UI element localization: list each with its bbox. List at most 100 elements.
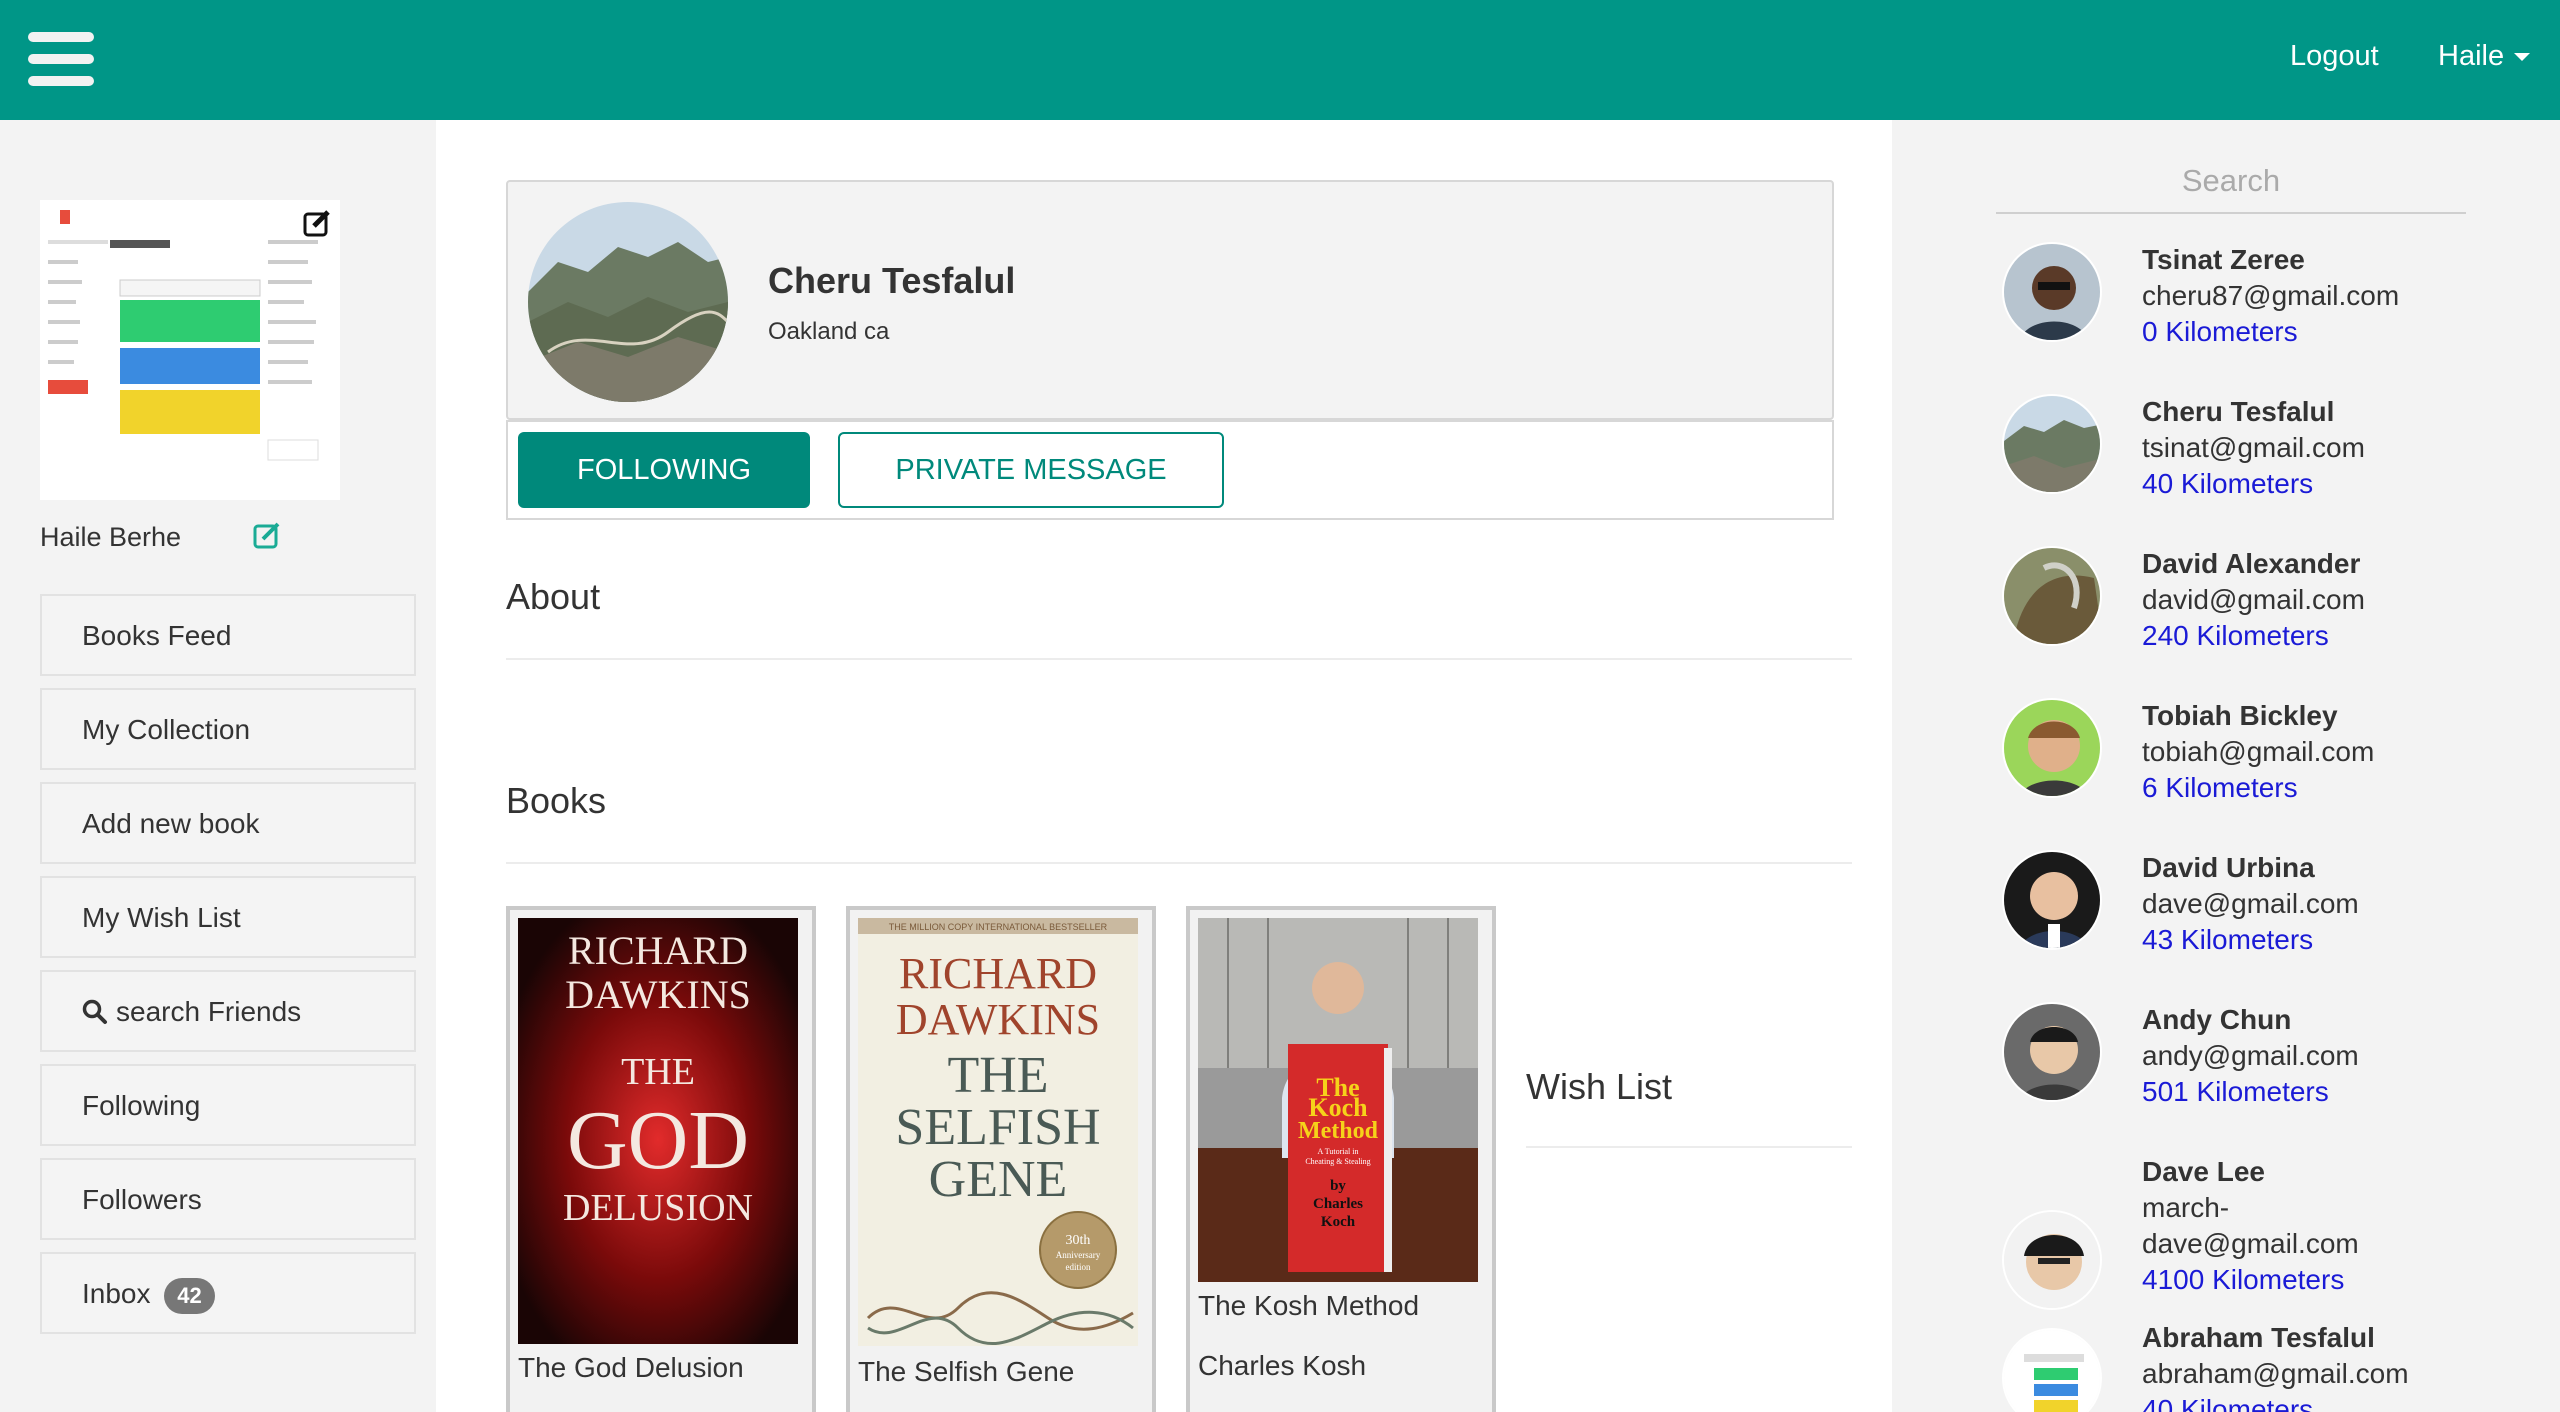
friend-item[interactable]: Dave Lee march-dave@gmail.com 4100 Kilom… bbox=[2002, 1154, 2482, 1310]
menu-item-followers[interactable]: Followers bbox=[40, 1158, 416, 1240]
friend-name: Tobiah Bickley bbox=[2142, 700, 2338, 731]
friend-email: tsinat@gmail.com bbox=[2142, 432, 2365, 463]
menu-item-label: Add new book bbox=[82, 808, 260, 839]
avatar bbox=[2002, 698, 2102, 798]
profile-card: Cheru Tesfalul Oakland ca bbox=[506, 180, 1834, 420]
book-cover-image: THE MILLION COPY INTERNATIONAL BESTSELLE… bbox=[858, 918, 1138, 1346]
friend-distance: 501 Kilometers bbox=[2142, 1076, 2329, 1107]
menu-item-my-collection[interactable]: My Collection bbox=[40, 688, 416, 770]
avatar bbox=[2002, 850, 2102, 950]
book-author: Charles Kosh bbox=[1198, 1350, 1367, 1381]
cover-text: A Tutorial in bbox=[1318, 1147, 1359, 1156]
cover-text: GENE bbox=[929, 1151, 1068, 1208]
menu-item-books-feed[interactable]: Books Feed bbox=[40, 594, 416, 676]
friend-email: andy@gmail.com bbox=[2142, 1040, 2359, 1071]
my-name: Haile Berhe bbox=[40, 522, 182, 552]
cover-text: by bbox=[1330, 1178, 1346, 1194]
menu-item-add-new-book[interactable]: Add new book bbox=[40, 782, 416, 864]
private-message-button[interactable]: PRIVATE MESSAGE bbox=[838, 432, 1224, 508]
divider bbox=[506, 658, 1852, 660]
cover-text: edition bbox=[1066, 1262, 1091, 1272]
left-sidebar: Haile Berhe Books Feed My Collection Add… bbox=[0, 120, 436, 1412]
caret-down-icon bbox=[2514, 53, 2531, 62]
friend-email: march-dave@gmail.com bbox=[2142, 1192, 2359, 1259]
menu-item-label: Inbox bbox=[82, 1278, 151, 1309]
cover-text: SELFISH bbox=[895, 1099, 1100, 1156]
book-title: The God Delusion bbox=[518, 1352, 744, 1383]
friend-name: Tsinat Zeree bbox=[2142, 244, 2305, 275]
friend-email: abraham@gmail.com bbox=[2142, 1358, 2409, 1389]
menu-item-label: search Friends bbox=[116, 996, 302, 1027]
cover-text: DELUSION bbox=[563, 1187, 753, 1229]
menu-item-label: Books Feed bbox=[82, 620, 232, 651]
friend-distance: 40 Kilometers bbox=[2142, 468, 2314, 499]
friend-item[interactable]: Tsinat Zeree cheru87@gmail.com 0 Kilomet… bbox=[2002, 242, 2482, 382]
menu-item-search-friends[interactable]: search Friends bbox=[40, 970, 416, 1052]
edit-name-icon[interactable] bbox=[252, 520, 282, 550]
profile-avatar bbox=[528, 202, 728, 402]
cover-text: THE bbox=[621, 1051, 695, 1093]
menu-item-my-wish-list[interactable]: My Wish List bbox=[40, 876, 416, 958]
menu-item-label: Following bbox=[82, 1090, 201, 1121]
book-title: The Kosh Method bbox=[1198, 1290, 1420, 1321]
friend-item[interactable]: Abraham Tesfalul abraham@gmail.com 40 Ki… bbox=[2002, 1320, 2482, 1412]
book-title: The Selfish Gene bbox=[858, 1356, 1075, 1387]
avatar bbox=[2002, 394, 2102, 494]
books-heading: Books bbox=[506, 780, 607, 821]
friend-distance: 4100 Kilometers bbox=[2142, 1264, 2345, 1295]
friend-item[interactable]: Tobiah Bickley tobiah@gmail.com 6 Kilome… bbox=[2002, 698, 2482, 838]
friend-item[interactable]: David Urbina dave@gmail.com 43 Kilometer… bbox=[2002, 850, 2482, 990]
book-card[interactable]: The Koch Method A Tutorial in Cheating &… bbox=[1186, 906, 1496, 1412]
friend-name: Abraham Tesfalul bbox=[2142, 1322, 2375, 1353]
right-sidebar: Tsinat Zeree cheru87@gmail.com 0 Kilomet… bbox=[1892, 120, 2560, 1412]
menu-item-label: My Wish List bbox=[82, 902, 241, 933]
book-card[interactable]: RICHARD DAWKINS THE GOD DELUSION The God… bbox=[506, 906, 816, 1412]
divider bbox=[1526, 1146, 1852, 1148]
sidebar-menu: Books Feed My Collection Add new book My… bbox=[40, 594, 416, 1346]
friend-email: dave@gmail.com bbox=[2142, 888, 2359, 919]
cover-text: DAWKINS bbox=[565, 972, 751, 1017]
friend-item[interactable]: Andy Chun andy@gmail.com 501 Kilometers bbox=[2002, 1002, 2482, 1142]
cover-text: Koch bbox=[1321, 1214, 1356, 1230]
logout-link[interactable]: Logout bbox=[2290, 40, 2379, 73]
cover-text: RICHARD bbox=[899, 949, 1097, 998]
wish-list-heading: Wish List bbox=[1526, 1066, 1673, 1107]
menu-item-inbox[interactable]: Inbox 42 bbox=[40, 1252, 416, 1334]
cover-text: Anniversary bbox=[1056, 1250, 1101, 1260]
avatar bbox=[2002, 546, 2102, 646]
search-input[interactable] bbox=[1996, 150, 2466, 214]
menu-item-label: Followers bbox=[82, 1184, 202, 1215]
cover-text: RICHARD bbox=[568, 928, 748, 973]
inbox-count-badge: 42 bbox=[164, 1277, 215, 1314]
cover-text: THE bbox=[947, 1047, 1048, 1104]
following-button[interactable]: FOLLOWING bbox=[518, 432, 810, 508]
edit-photo-icon[interactable] bbox=[302, 208, 332, 238]
avatar bbox=[2002, 242, 2102, 342]
friend-distance: 43 Kilometers bbox=[2142, 924, 2314, 955]
friend-name: Andy Chun bbox=[2142, 1004, 2292, 1035]
cover-text: DAWKINS bbox=[896, 995, 1100, 1044]
cover-text: Charles bbox=[1313, 1196, 1363, 1212]
friend-name: David Alexander bbox=[2142, 548, 2361, 579]
friend-name: Cheru Tesfalul bbox=[2142, 396, 2335, 427]
friend-item[interactable]: Cheru Tesfalul tsinat@gmail.com 40 Kilom… bbox=[2002, 394, 2482, 534]
friend-email: cheru87@gmail.com bbox=[2142, 280, 2400, 311]
friend-name: David Urbina bbox=[2142, 852, 2315, 883]
profile-actions: FOLLOWING PRIVATE MESSAGE bbox=[506, 420, 1834, 520]
friend-distance: 240 Kilometers bbox=[2142, 620, 2329, 651]
profile-picture[interactable] bbox=[40, 200, 340, 500]
cover-text: 30th bbox=[1066, 1233, 1091, 1248]
cover-text: Method bbox=[1298, 1118, 1379, 1144]
user-dropdown-label: Haile bbox=[2438, 40, 2505, 72]
friend-item[interactable]: David Alexander david@gmail.com 240 Kilo… bbox=[2002, 546, 2482, 686]
avatar bbox=[2002, 1210, 2102, 1310]
book-card[interactable]: THE MILLION COPY INTERNATIONAL BESTSELLE… bbox=[846, 906, 1156, 1412]
cover-text: THE MILLION COPY INTERNATIONAL BESTSELLE… bbox=[889, 922, 1108, 932]
cover-text: GOD bbox=[567, 1094, 749, 1187]
menu-item-following[interactable]: Following bbox=[40, 1064, 416, 1146]
friend-email: tobiah@gmail.com bbox=[2142, 736, 2375, 767]
friend-email: david@gmail.com bbox=[2142, 584, 2365, 615]
menu-icon[interactable] bbox=[28, 32, 94, 86]
user-dropdown[interactable]: Haile bbox=[2438, 40, 2531, 73]
cover-text: Cheating & Stealing bbox=[1305, 1157, 1370, 1166]
